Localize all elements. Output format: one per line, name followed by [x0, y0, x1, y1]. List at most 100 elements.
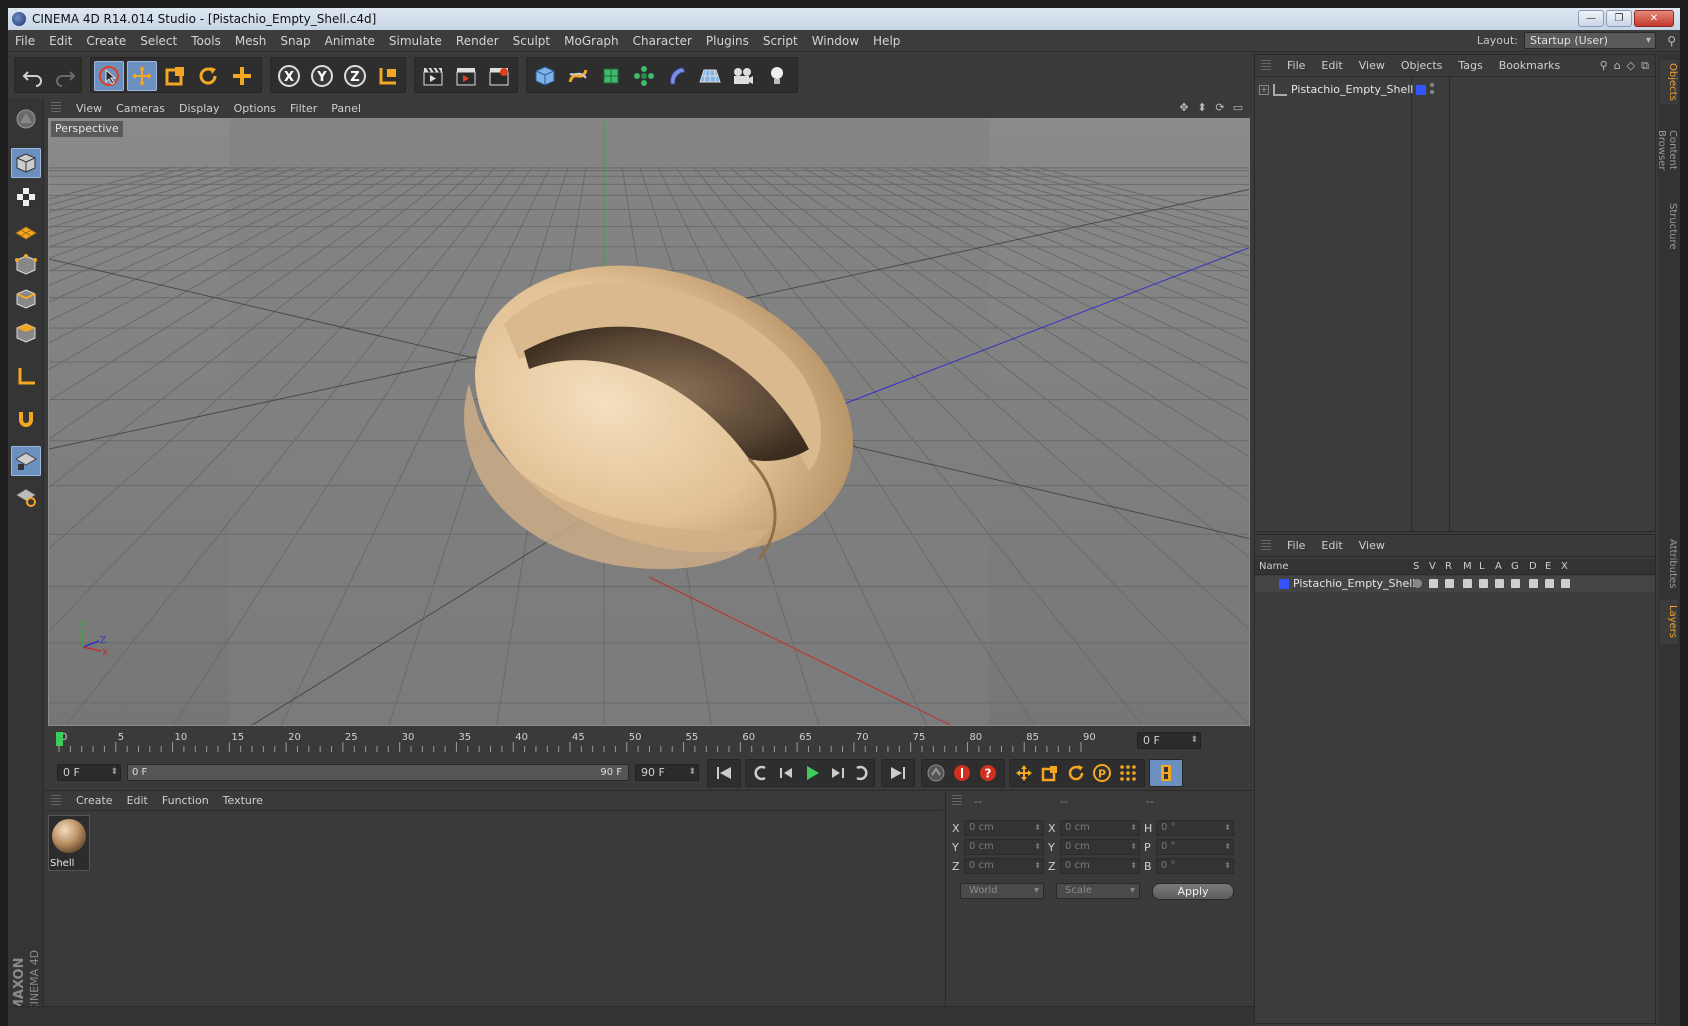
render-view-button[interactable]: [418, 61, 448, 91]
next-frame-button[interactable]: [825, 760, 851, 786]
col-generators[interactable]: G: [1511, 561, 1519, 572]
objects-menu-edit[interactable]: Edit: [1313, 59, 1350, 72]
col-manager[interactable]: M: [1463, 561, 1472, 572]
open-timeline-button[interactable]: [1153, 760, 1179, 786]
snapping-button[interactable]: [11, 404, 41, 434]
close-button[interactable]: ✕: [1634, 10, 1674, 27]
col-xref[interactable]: X: [1561, 561, 1568, 572]
nurbs-button[interactable]: [596, 61, 626, 91]
layer-row-pistachio[interactable]: Pistachio_Empty_Shell: [1255, 576, 1655, 592]
panel-grip[interactable]: [1261, 539, 1271, 552]
restore-button[interactable]: ❐: [1606, 10, 1632, 27]
material-menu-edit[interactable]: Edit: [120, 794, 155, 807]
camera-button[interactable]: [728, 61, 758, 91]
viewport-menu-view[interactable]: View: [69, 102, 109, 115]
xref-icon[interactable]: [1561, 579, 1570, 588]
new-window-icon[interactable]: ⧉: [1641, 59, 1649, 73]
layers-menu-edit[interactable]: Edit: [1313, 539, 1350, 552]
minimize-button[interactable]: —: [1578, 10, 1604, 27]
tab-layers[interactable]: Layers: [1660, 600, 1678, 644]
search-icon[interactable]: ⚲: [1600, 59, 1608, 73]
locked-workplane-button[interactable]: [11, 446, 41, 476]
playhead[interactable]: [56, 732, 63, 746]
menu-animate[interactable]: Animate: [318, 34, 382, 48]
solo-icon[interactable]: [1413, 579, 1422, 588]
pan-icon[interactable]: ✥: [1177, 101, 1191, 114]
texture-mode-button[interactable]: [11, 182, 41, 212]
autokeying-button[interactable]: [949, 760, 975, 786]
col-render[interactable]: R: [1445, 561, 1452, 572]
col-deformers[interactable]: D: [1529, 561, 1537, 572]
viewport-menu-filter[interactable]: Filter: [283, 102, 324, 115]
objects-menu-tags[interactable]: Tags: [1450, 59, 1490, 72]
orbit-icon[interactable]: ⟳: [1213, 101, 1227, 114]
menu-help[interactable]: Help: [866, 34, 907, 48]
panel-grip[interactable]: [51, 794, 61, 807]
recent-tool-button[interactable]: [227, 61, 257, 91]
objects-menu-view[interactable]: View: [1351, 59, 1393, 72]
animation-icon[interactable]: [1495, 579, 1504, 588]
redo-button[interactable]: [50, 61, 80, 91]
back-icon[interactable]: ◇: [1627, 59, 1635, 73]
viewport-menu-cameras[interactable]: Cameras: [109, 102, 172, 115]
panel-grip[interactable]: [1261, 59, 1271, 72]
previous-frame-button[interactable]: [773, 760, 799, 786]
x-axis-lock-button[interactable]: X: [274, 61, 304, 91]
viewport-menu-options[interactable]: Options: [227, 102, 283, 115]
layer-color-chip[interactable]: [1279, 579, 1289, 589]
position-x-field[interactable]: 0 cm: [964, 820, 1044, 836]
menu-character[interactable]: Character: [626, 34, 699, 48]
z-axis-lock-button[interactable]: Z: [340, 61, 370, 91]
previous-keyframe-button[interactable]: [747, 760, 773, 786]
menu-script[interactable]: Script: [756, 34, 805, 48]
play-button[interactable]: [799, 760, 825, 786]
col-animation[interactable]: A: [1495, 561, 1502, 572]
light-button[interactable]: [762, 61, 792, 91]
col-name[interactable]: Name: [1259, 561, 1289, 572]
end-frame-field[interactable]: 90 F: [635, 764, 699, 781]
tab-structure[interactable]: Structure: [1660, 200, 1678, 252]
rotation-h-field[interactable]: 0 °: [1156, 820, 1234, 836]
menu-tools[interactable]: Tools: [184, 34, 228, 48]
layer-name[interactable]: Pistachio_Empty_Shell: [1293, 577, 1415, 590]
coordinate-system-button[interactable]: [373, 61, 403, 91]
edges-mode-button[interactable]: [11, 284, 41, 314]
col-view[interactable]: V: [1429, 561, 1436, 572]
position-y-field[interactable]: 0 cm: [964, 839, 1044, 855]
size-y-field[interactable]: 0 cm: [1060, 839, 1140, 855]
render-settings-button[interactable]: [484, 61, 514, 91]
objects-menu-objects[interactable]: Objects: [1393, 59, 1451, 72]
expand-toggle-icon[interactable]: +: [1259, 84, 1269, 95]
menu-select[interactable]: Select: [133, 34, 184, 48]
points-mode-button[interactable]: [11, 250, 41, 280]
viewport-menu-panel[interactable]: Panel: [324, 102, 368, 115]
col-locked[interactable]: L: [1479, 561, 1485, 572]
undo-button[interactable]: [18, 61, 48, 91]
menu-mograph[interactable]: MoGraph: [557, 34, 626, 48]
rotation-p-field[interactable]: 0 °: [1156, 839, 1234, 855]
record-active-objects-button[interactable]: [923, 760, 949, 786]
menu-snap[interactable]: Snap: [273, 34, 317, 48]
cube-primitive-button[interactable]: [530, 61, 560, 91]
polygons-mode-button[interactable]: [11, 318, 41, 348]
col-expressions[interactable]: E: [1545, 561, 1551, 572]
live-selection-button[interactable]: [94, 61, 124, 91]
search-icon[interactable]: ⚲: [1667, 34, 1676, 48]
size-z-field[interactable]: 0 cm: [1060, 858, 1140, 874]
scale-key-button[interactable]: [1037, 760, 1063, 786]
deformer-icon[interactable]: [1529, 579, 1538, 588]
coordinate-space-select[interactable]: World: [960, 883, 1044, 899]
material-swatch-shell[interactable]: Shell: [48, 815, 90, 871]
view-eye-icon[interactable]: [1429, 579, 1438, 588]
rotate-tool-button[interactable]: [193, 61, 223, 91]
layers-menu-file[interactable]: File: [1279, 539, 1313, 552]
keyframe-selection-button[interactable]: ?: [975, 760, 1001, 786]
scale-tool-button[interactable]: [160, 61, 190, 91]
manager-icon[interactable]: [1463, 579, 1472, 588]
menu-mesh[interactable]: Mesh: [228, 34, 274, 48]
menu-sculpt[interactable]: Sculpt: [506, 34, 557, 48]
objects-menu-bookmarks[interactable]: Bookmarks: [1491, 59, 1568, 72]
material-menu-function[interactable]: Function: [155, 794, 216, 807]
move-tool-button[interactable]: [127, 61, 157, 91]
current-frame-field[interactable]: 0 F: [1137, 732, 1201, 749]
